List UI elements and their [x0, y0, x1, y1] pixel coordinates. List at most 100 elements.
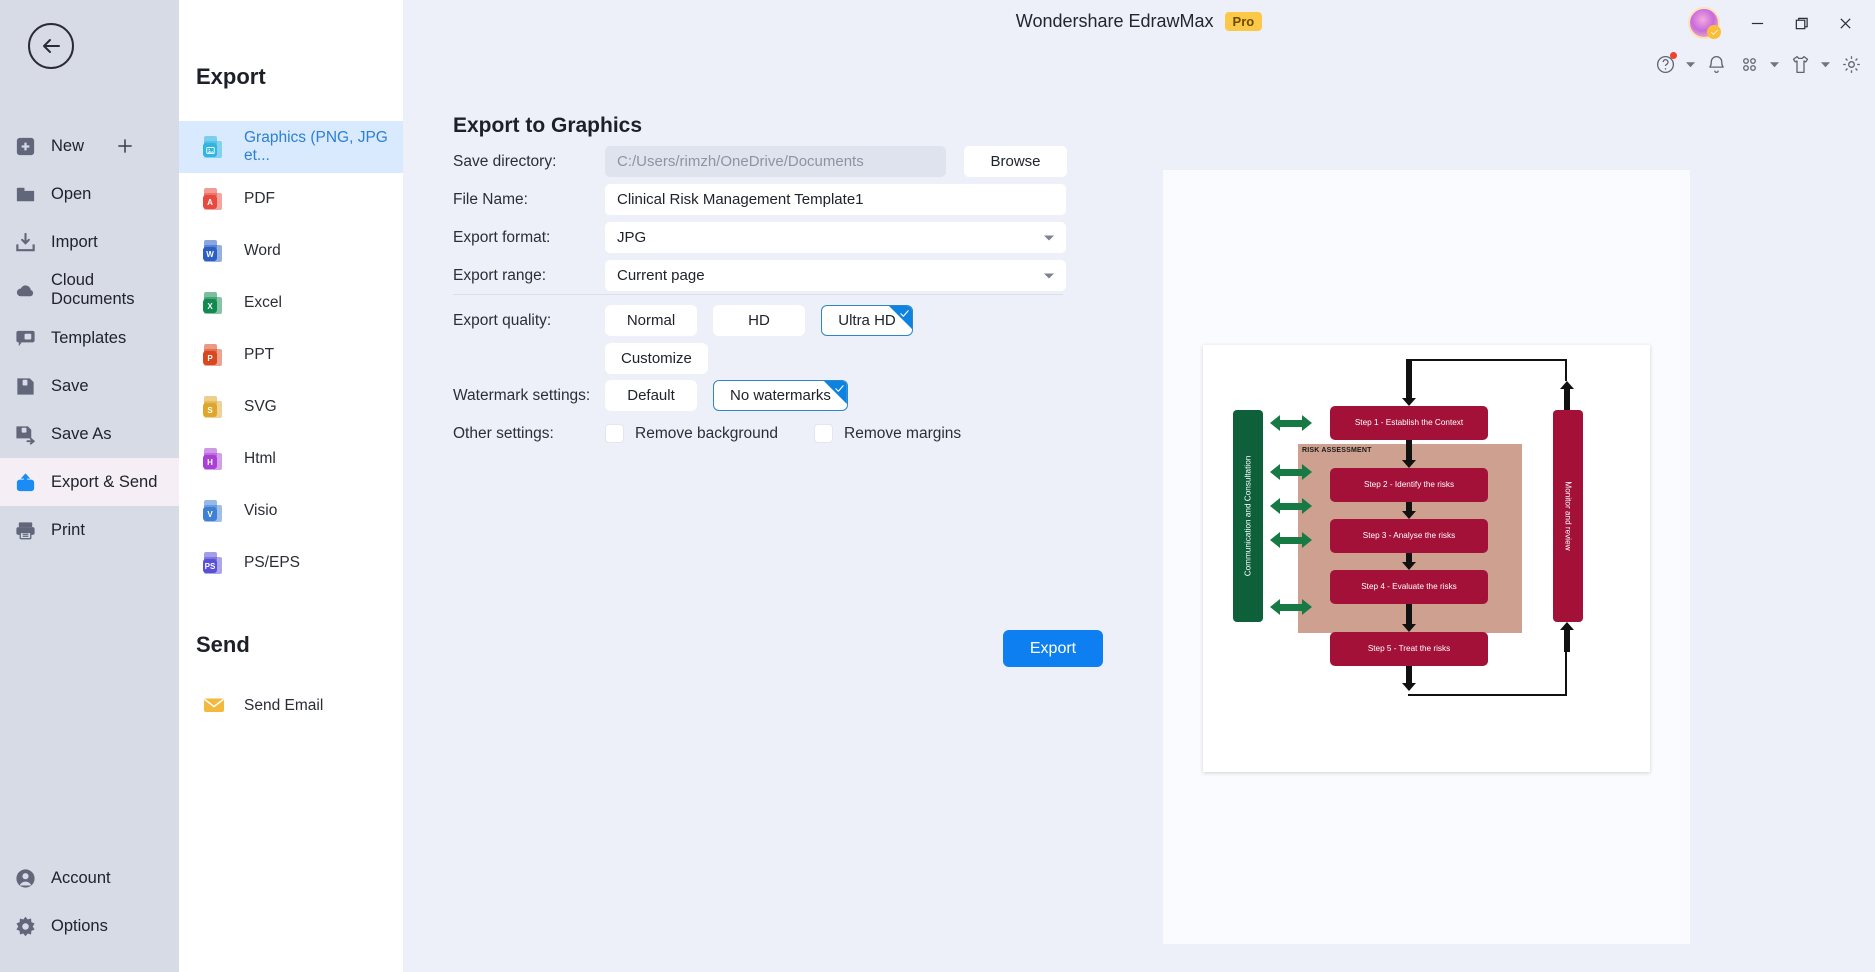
monitor-review-band: Monitor and review [1553, 410, 1583, 622]
rail-item-export-send[interactable]: Export & Send [0, 458, 179, 506]
diagram-step-4: Step 4 - Evaluate the risks [1330, 570, 1488, 604]
rail-item-label: Print [51, 520, 85, 539]
risk-assessment-label: RISK ASSESSMENT [1302, 447, 1372, 454]
export-item-svg[interactable]: S SVG [179, 381, 403, 433]
rail-item-account[interactable]: Account [0, 854, 179, 902]
rail-item-import[interactable]: Import [0, 218, 179, 266]
export-item-label: PS/EPS [244, 554, 300, 571]
file-type-icon: PS [202, 550, 228, 576]
export-item-html[interactable]: H Html [179, 433, 403, 485]
save-as-icon [12, 421, 38, 447]
export-item-label: Graphics (PNG, JPG et... [244, 129, 388, 164]
preview-pane: Communication and Consultation Monitor a… [1163, 170, 1690, 944]
export-item-graphics-png-jpg-et[interactable]: Graphics (PNG, JPG et... [179, 121, 403, 173]
rail-item-label: Save [51, 376, 89, 395]
export-send-icon [12, 469, 38, 495]
export-item-ps-eps[interactable]: PS PS/EPS [179, 537, 403, 589]
folder-icon [12, 181, 38, 207]
preview-canvas[interactable]: Communication and Consultation Monitor a… [1203, 345, 1650, 772]
watermark-option-default[interactable]: Default [605, 380, 697, 411]
rail-nav-list: New Open Import Cloud Documents Templates Sav… [0, 122, 179, 554]
export-item-label: SVG [244, 398, 277, 415]
minimize-button[interactable] [1735, 8, 1779, 38]
diagram-step-2-label: Step 2 - Identify the risks [1363, 479, 1455, 489]
export-quality-option-normal[interactable]: Normal [605, 305, 697, 336]
save-directory-label: Save directory: [453, 152, 557, 170]
arrow-step1-step2 [1402, 440, 1416, 468]
double-arrow-1 [1270, 415, 1312, 432]
file-type-icon: A [202, 186, 228, 212]
file-name-label: File Name: [453, 190, 528, 208]
export-range-value: Current page [617, 267, 705, 284]
export-format-select[interactable]: JPG [605, 222, 1066, 253]
export-item-label: PDF [244, 190, 275, 207]
avatar[interactable] [1688, 7, 1721, 39]
new-plus-icon[interactable] [115, 136, 135, 156]
back-button[interactable] [28, 23, 74, 69]
export-quality-option-customize[interactable]: Customize [605, 343, 708, 374]
export-item-label: PPT [244, 346, 275, 363]
export-item-excel[interactable]: X Excel [179, 277, 403, 329]
file-type-icon: S [202, 394, 228, 420]
export-item-label: Visio [244, 502, 278, 519]
close-button[interactable] [1823, 8, 1867, 38]
rail-item-save-as[interactable]: Save As [0, 410, 179, 458]
chevron-down-icon [1044, 273, 1054, 278]
rail-item-cloud-documents[interactable]: Cloud Documents [0, 266, 179, 314]
envelope-icon [202, 693, 228, 719]
checkbox-remove-background[interactable]: Remove background [605, 424, 778, 443]
export-item-label: Word [244, 242, 281, 259]
left-rail: New Open Import Cloud Documents Templates Sav… [0, 0, 179, 972]
export-item-ppt[interactable]: P PPT [179, 329, 403, 381]
rail-item-templates[interactable]: Templates [0, 314, 179, 362]
diagram-step-1-label: Step 1 - Establish the Context [1354, 417, 1464, 427]
double-arrow-4 [1270, 532, 1312, 549]
export-quality-option-hd[interactable]: HD [713, 305, 805, 336]
arrow-out-step5 [1402, 666, 1416, 691]
double-arrow-5 [1270, 599, 1312, 616]
export-format-value: JPG [617, 229, 647, 246]
export-range-row: Export range: Current page [453, 260, 1066, 291]
watermark-option-no-watermarks[interactable]: No watermarks [713, 380, 848, 411]
checkbox-box[interactable] [814, 424, 834, 443]
rail-item-label: Export & Send [51, 472, 158, 491]
section-divider [453, 294, 1063, 295]
import-icon [12, 229, 38, 255]
rail-item-open[interactable]: Open [0, 170, 179, 218]
arrow-into-right-band [1560, 381, 1574, 411]
export-item-word[interactable]: W Word [179, 225, 403, 277]
maximize-button[interactable] [1779, 8, 1823, 38]
file-type-icon: P [202, 342, 228, 368]
diagram-step-5: Step 5 - Treat the risks [1330, 632, 1488, 666]
rail-item-save[interactable]: Save [0, 362, 179, 410]
checkbox-label: Remove background [635, 424, 779, 442]
rail-item-new[interactable]: New [0, 122, 179, 170]
rail-item-options[interactable]: Options [0, 902, 179, 950]
export-item-label: Excel [244, 294, 282, 311]
export-range-select[interactable]: Current page [605, 260, 1066, 291]
export-item-pdf[interactable]: A PDF [179, 173, 403, 225]
browse-button[interactable]: Browse [964, 146, 1067, 177]
send-item-send-email[interactable]: Send Email [179, 680, 403, 732]
watermark-settings-label: Watermark settings: [453, 386, 591, 404]
file-name-input[interactable]: Clinical Risk Management Template1 [605, 184, 1066, 215]
export-quality-option-ultra-hd[interactable]: Ultra HD [821, 305, 913, 336]
segment-label: No watermarks [730, 387, 831, 404]
checkbox-remove-margins[interactable]: Remove margins [814, 424, 961, 443]
rail-item-label: Import [51, 232, 98, 251]
rail-item-print[interactable]: Print [0, 506, 179, 554]
export-button[interactable]: Export [1003, 630, 1103, 667]
send-item-label: Send Email [244, 697, 324, 714]
segment-label: Normal [626, 312, 676, 329]
communication-band: Communication and Consultation [1233, 410, 1263, 622]
save-directory-input[interactable]: C:/Users/rimzh/OneDrive/Documents [605, 146, 946, 177]
export-format-list: Graphics (PNG, JPG et... A PDF W Word X Excel P… [179, 121, 403, 589]
file-type-icon: V [202, 498, 228, 524]
account-icon [12, 865, 38, 891]
double-arrow-2 [1270, 464, 1312, 481]
file-type-icon: W [202, 238, 228, 264]
arrow-step2-step3 [1402, 502, 1416, 519]
export-item-visio[interactable]: V Visio [179, 485, 403, 537]
checkbox-box[interactable] [605, 424, 624, 443]
checkbox-label: Remove margins [844, 424, 962, 442]
